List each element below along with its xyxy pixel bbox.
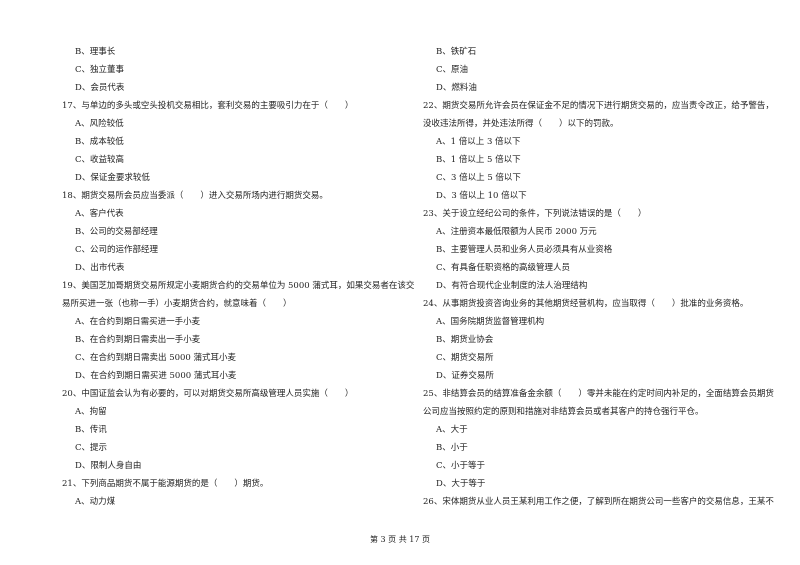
answer-option: D、保证金要求较低 [75, 173, 150, 183]
answer-option: C、期货交易所 [436, 353, 494, 363]
answer-option: B、传讯 [75, 425, 107, 435]
question-text: 易所买进一张（也称一手）小麦期货合约，就意味着（ ） [62, 299, 292, 309]
answer-option: B、公司的交易部经理 [75, 227, 158, 237]
answer-option: A、拘留 [75, 407, 107, 417]
question-text: 公司应当按照约定的原则和措施对非结算会员或者其客户的持仓强行平仓。 [423, 407, 704, 417]
answer-option: B、主要管理人员和业务人员必须具有从业资格 [436, 245, 613, 255]
question-text: 25、非结算会员的结算准备金余额（ ）零并未能在约定时间内补足的，全面结算会员期… [423, 389, 774, 399]
question-text: 26、宋体期货从业人员王某利用工作之便，了解到所在期货公司一些客户的交易信息，王… [423, 497, 774, 507]
answer-option: B、期货业协会 [436, 335, 494, 345]
answer-option: D、会员代表 [75, 83, 125, 93]
answer-option: B、在合约到期日需卖出一手小麦 [75, 335, 201, 345]
answer-option: B、成本较低 [75, 137, 124, 147]
left-column: B、理事长 C、独立董事 D、会员代表 17、与单边的多头或空头投机交易相比，套利交易… [62, 0, 422, 530]
answer-option: D、出市代表 [75, 263, 125, 273]
answer-option: A、1 倍以上 3 倍以下 [436, 137, 521, 147]
question-text: 20、中国证监会认为有必要的，可以对期货交易所高级管理人员实施（ ） [62, 389, 354, 399]
question-text: 17、与单边的多头或空头投机交易相比，套利交易的主要吸引力在于（ ） [62, 101, 354, 111]
answer-option: C、原油 [436, 65, 469, 75]
answer-option: A、国务院期货监督管理机构 [436, 317, 545, 327]
answer-option: C、提示 [75, 443, 108, 453]
answer-option: A、在合约到期日需买进一手小麦 [75, 317, 201, 327]
answer-option: B、理事长 [75, 47, 116, 57]
question-text: 24、从事期货投资咨询业务的其他期货经营机构，应当取得（ ）批准的业务资格。 [423, 299, 749, 309]
answer-option: C、独立董事 [75, 65, 125, 75]
answer-option: D、大于等于 [436, 479, 486, 489]
question-text: 19、美国芝加哥期货交易所规定小麦期货合约的交易单位为 5000 蒲式耳，如果交… [62, 281, 415, 291]
question-text: 22、期货交易所允许会员在保证金不足的情况下进行期货交易的，应当责令改正，给予警… [423, 101, 774, 111]
question-text: 21、下列商品期货不属于能源期货的是（ ）期货。 [62, 479, 269, 489]
question-text: 23、关于设立经纪公司的条件，下列说法错误的是（ ） [423, 209, 647, 219]
answer-option: A、注册资本最低限额为人民币 2000 万元 [436, 227, 597, 237]
answer-option: C、小于等于 [436, 461, 486, 471]
answer-option: D、证券交易所 [436, 371, 494, 381]
page-footer: 第 3 页 共 17 页 [370, 535, 430, 544]
answer-option: A、大于 [436, 425, 468, 435]
answer-option: A、动力煤 [75, 497, 116, 507]
answer-option: C、3 倍以上 5 倍以下 [436, 173, 521, 183]
answer-option: C、公司的运作部经理 [75, 245, 159, 255]
answer-option: D、有符合现代企业制度的法人治理结构 [436, 281, 588, 291]
answer-option: A、风险较低 [75, 119, 124, 129]
answer-option: C、有具备任职资格的高级管理人员 [436, 263, 571, 273]
right-column: B、铁矿石 C、原油 D、燃料油 22、期货交易所允许会员在保证金不足的情况下进行期货… [423, 0, 783, 530]
answer-option: B、1 倍以上 5 倍以下 [436, 155, 521, 165]
question-text: 18、期货交易所会员应当委派（ ）进入交易所场内进行期货交易。 [62, 191, 328, 201]
answer-option: D、燃料油 [436, 83, 477, 93]
question-text: 没收违法所得，并处违法所得（ ）以下的罚款。 [423, 119, 619, 129]
answer-option: C、收益较高 [75, 155, 125, 165]
answer-option: D、3 倍以上 10 倍以下 [436, 191, 527, 201]
answer-option: A、客户代表 [75, 209, 124, 219]
answer-option: D、限制人身自由 [75, 461, 142, 471]
answer-option: C、在合约到期日需卖出 5000 蒲式耳小麦 [75, 353, 237, 363]
answer-option: B、小于 [436, 443, 468, 453]
answer-option: B、铁矿石 [436, 47, 477, 57]
answer-option: D、在合约到期日需买进 5000 蒲式耳小麦 [75, 371, 237, 381]
